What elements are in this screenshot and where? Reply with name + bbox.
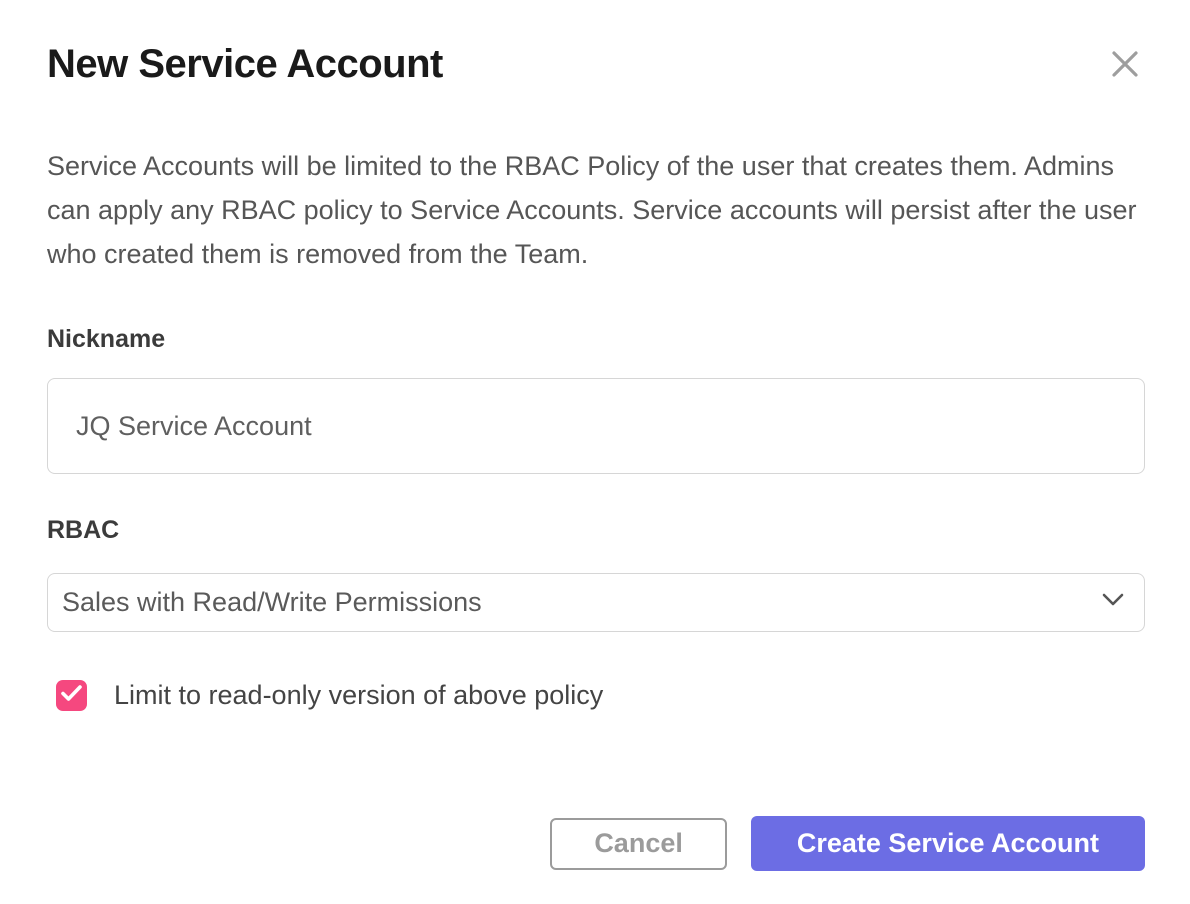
rbac-select[interactable]: Sales with Read/Write Permissions	[47, 573, 1145, 632]
new-service-account-modal: New Service Account Service Accounts wil…	[0, 0, 1190, 904]
modal-header: New Service Account	[47, 40, 1145, 88]
rbac-label: RBAC	[47, 516, 1145, 545]
nickname-input[interactable]	[47, 378, 1145, 474]
nickname-label: Nickname	[47, 325, 1145, 354]
modal-description: Service Accounts will be limited to the …	[47, 144, 1145, 276]
readonly-checkbox-label: Limit to read-only version of above poli…	[114, 680, 603, 711]
chevron-down-icon	[1102, 593, 1124, 612]
checkmark-icon	[61, 685, 82, 707]
readonly-checkbox[interactable]	[56, 680, 87, 711]
modal-title: New Service Account	[47, 40, 443, 88]
cancel-button[interactable]: Cancel	[550, 818, 727, 870]
modal-actions: Cancel Create Service Account	[550, 816, 1145, 871]
readonly-checkbox-row[interactable]: Limit to read-only version of above poli…	[56, 680, 1145, 711]
close-button[interactable]	[1105, 44, 1145, 84]
x-icon	[1111, 66, 1139, 81]
create-service-account-button[interactable]: Create Service Account	[751, 816, 1145, 871]
rbac-selected-value: Sales with Read/Write Permissions	[62, 587, 482, 618]
